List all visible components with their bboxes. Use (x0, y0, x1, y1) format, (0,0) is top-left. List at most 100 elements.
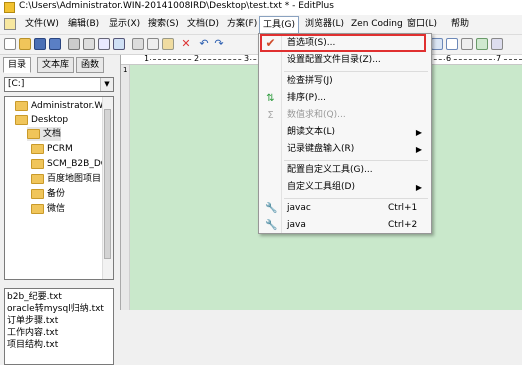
spell-check-icon[interactable] (98, 38, 110, 50)
title-bar: C:\Users\Administrator.WIN-20141008IRD\D… (0, 0, 522, 15)
paste-icon[interactable] (162, 38, 174, 50)
tree-node[interactable]: 微信 (31, 202, 65, 216)
menu-window[interactable]: 窗口(L) (404, 17, 440, 32)
print-icon[interactable] (68, 38, 80, 50)
menu-item-spell-check[interactable]: 检查拼写(J) (260, 73, 430, 90)
scrollbar-thumb[interactable] (104, 109, 111, 259)
menu-item-sort[interactable]: ⇅ 排序(P)... (260, 90, 430, 107)
browser-icon[interactable] (476, 38, 488, 50)
folder-icon (31, 203, 44, 214)
menu-help[interactable]: 帮助 (448, 17, 472, 32)
tree-node[interactable]: Administrator.W (15, 99, 103, 113)
menu-item-label: 排序(P)... (287, 93, 327, 103)
menu-item-label: java (287, 220, 306, 230)
ruler-mark: 2 (193, 55, 201, 63)
ruler-mark: 6 (445, 55, 453, 63)
tree-node-label: SCM_B2B_DC (47, 159, 108, 169)
menu-item-sum[interactable]: Σ 数值求和(Q)... (260, 107, 430, 124)
folder-open-icon (27, 128, 40, 139)
sort-icon: ⇅ (266, 93, 275, 104)
menu-browser[interactable]: 浏览器(L) (302, 17, 347, 32)
wrench-icon: 🔧 (265, 203, 278, 214)
list-item[interactable]: 工作内容.txt (7, 327, 58, 339)
print-preview-icon[interactable] (83, 38, 95, 50)
menu-item-java[interactable]: 🔧 java Ctrl+2 (260, 217, 430, 234)
list-item[interactable]: oracle转mysql归纳.txt (7, 303, 104, 315)
list-item[interactable]: b2b_纪要.txt (7, 291, 62, 303)
fullscreen-icon[interactable] (491, 38, 503, 50)
redo-icon[interactable]: ↷ (213, 38, 225, 50)
wordwrap-icon[interactable] (446, 38, 458, 50)
folder-icon (31, 173, 44, 184)
menu-item-javac[interactable]: 🔧 javac Ctrl+1 (260, 200, 430, 217)
tools-menu: ✔ 首选项(S)... 设置配置文件目录(Z)... 检查拼写(J) ⇅ 排序(… (258, 33, 432, 234)
undo-icon[interactable]: ↶ (198, 38, 210, 50)
cut-icon[interactable] (132, 38, 144, 50)
menu-document[interactable]: 文档(D) (184, 17, 222, 32)
menu-item-label: javac (287, 203, 311, 213)
tree-node[interactable]: 备份 (31, 187, 65, 201)
tree-node-label: 文档 (43, 129, 62, 139)
menu-zen-coding[interactable]: Zen Coding (348, 17, 406, 32)
ruler-mark: 3 (243, 55, 251, 63)
tab-functions[interactable]: 函数 (76, 57, 105, 73)
list-item[interactable]: 项目结构.txt (7, 339, 58, 351)
folder-icon (15, 100, 28, 111)
menu-search[interactable]: 搜索(S) (145, 17, 182, 32)
menu-item-label: 配置自定义工具(G)... (287, 165, 373, 175)
tree-node[interactable]: PCRM (31, 142, 73, 156)
open-icon[interactable] (19, 38, 31, 50)
window-title: C:\Users\Administrator.WIN-20141008IRD\D… (19, 1, 334, 11)
menu-item-label: 数值求和(Q)... (287, 110, 346, 120)
folder-icon (31, 188, 44, 199)
find-icon[interactable] (113, 38, 125, 50)
highlight-box (260, 34, 426, 52)
chevron-down-icon[interactable]: ▼ (100, 78, 113, 91)
menu-item-label: 检查拼写(J) (287, 76, 333, 86)
save-all-icon[interactable] (49, 38, 61, 50)
menu-project[interactable]: 方案(F) (224, 17, 260, 32)
menu-separator (284, 71, 428, 72)
menu-item-config-tools[interactable]: 配置自定义工具(G)... (260, 162, 430, 179)
menu-edit[interactable]: 编辑(B) (65, 17, 102, 32)
document-icon[interactable] (4, 18, 16, 30)
tree-node-label: Administrator.W (31, 101, 104, 111)
submenu-arrow-icon: ▶ (415, 145, 422, 154)
view-icon[interactable] (431, 38, 443, 50)
folder-icon (15, 114, 28, 125)
tree-node-label: 备份 (47, 189, 66, 199)
folder-tree[interactable]: Administrator.W Desktop 文档 PCRM SCM_B2B_… (4, 96, 114, 280)
tree-node[interactable]: Desktop (15, 113, 68, 127)
menu-file[interactable]: 文件(W) (22, 17, 62, 32)
menu-separator (284, 160, 428, 161)
menu-item-label: 朗读文本(L) (287, 127, 336, 137)
list-item[interactable]: 订单步骤.txt (7, 315, 58, 327)
copy-icon[interactable] (147, 38, 159, 50)
ruler-mark: 7 (495, 55, 503, 63)
tree-scrollbar[interactable] (102, 97, 113, 279)
tab-directory[interactable]: 目录 (3, 57, 32, 73)
submenu-arrow-icon: ▶ (415, 128, 422, 137)
new-file-icon[interactable] (4, 38, 16, 50)
save-icon[interactable] (34, 38, 46, 50)
menu-item-read-text[interactable]: 朗读文本(L) ▶ (260, 124, 430, 141)
folder-icon (31, 143, 44, 154)
menu-item-config-dir[interactable]: 设置配置文件目录(Z)... (260, 52, 430, 69)
tree-node-selected[interactable]: 文档 (27, 127, 62, 141)
drive-select[interactable]: [C:] ▼ (4, 77, 114, 92)
delete-icon[interactable]: ✕ (180, 38, 192, 50)
menu-bar: 文件(W) 编辑(B) 显示(X) 搜索(S) 文档(D) 方案(F) 工具(G… (0, 15, 522, 35)
menu-tools[interactable]: 工具(G) (259, 16, 299, 34)
menu-item-tool-group[interactable]: 自定义工具组(D) ▶ (260, 179, 430, 196)
directory-panel: 目录 文本库 函数 [C:] ▼ Administrator.W Desktop… (0, 55, 121, 365)
tree-node-label: 百度地图项目 (47, 174, 102, 184)
wrench-icon: 🔧 (265, 220, 278, 231)
tab-cliptext[interactable]: 文本库 (37, 57, 75, 73)
tree-node[interactable]: SCM_B2B_DC (31, 157, 107, 171)
menu-view[interactable]: 显示(X) (106, 17, 143, 32)
menu-item-record-keys[interactable]: 记录键盘输入(R) ▶ (260, 141, 430, 158)
ruler-icon[interactable] (461, 38, 473, 50)
app-icon (4, 2, 15, 13)
tree-node[interactable]: 百度地图项目 (31, 172, 101, 186)
menu-item-shortcut: Ctrl+2 (388, 220, 418, 230)
